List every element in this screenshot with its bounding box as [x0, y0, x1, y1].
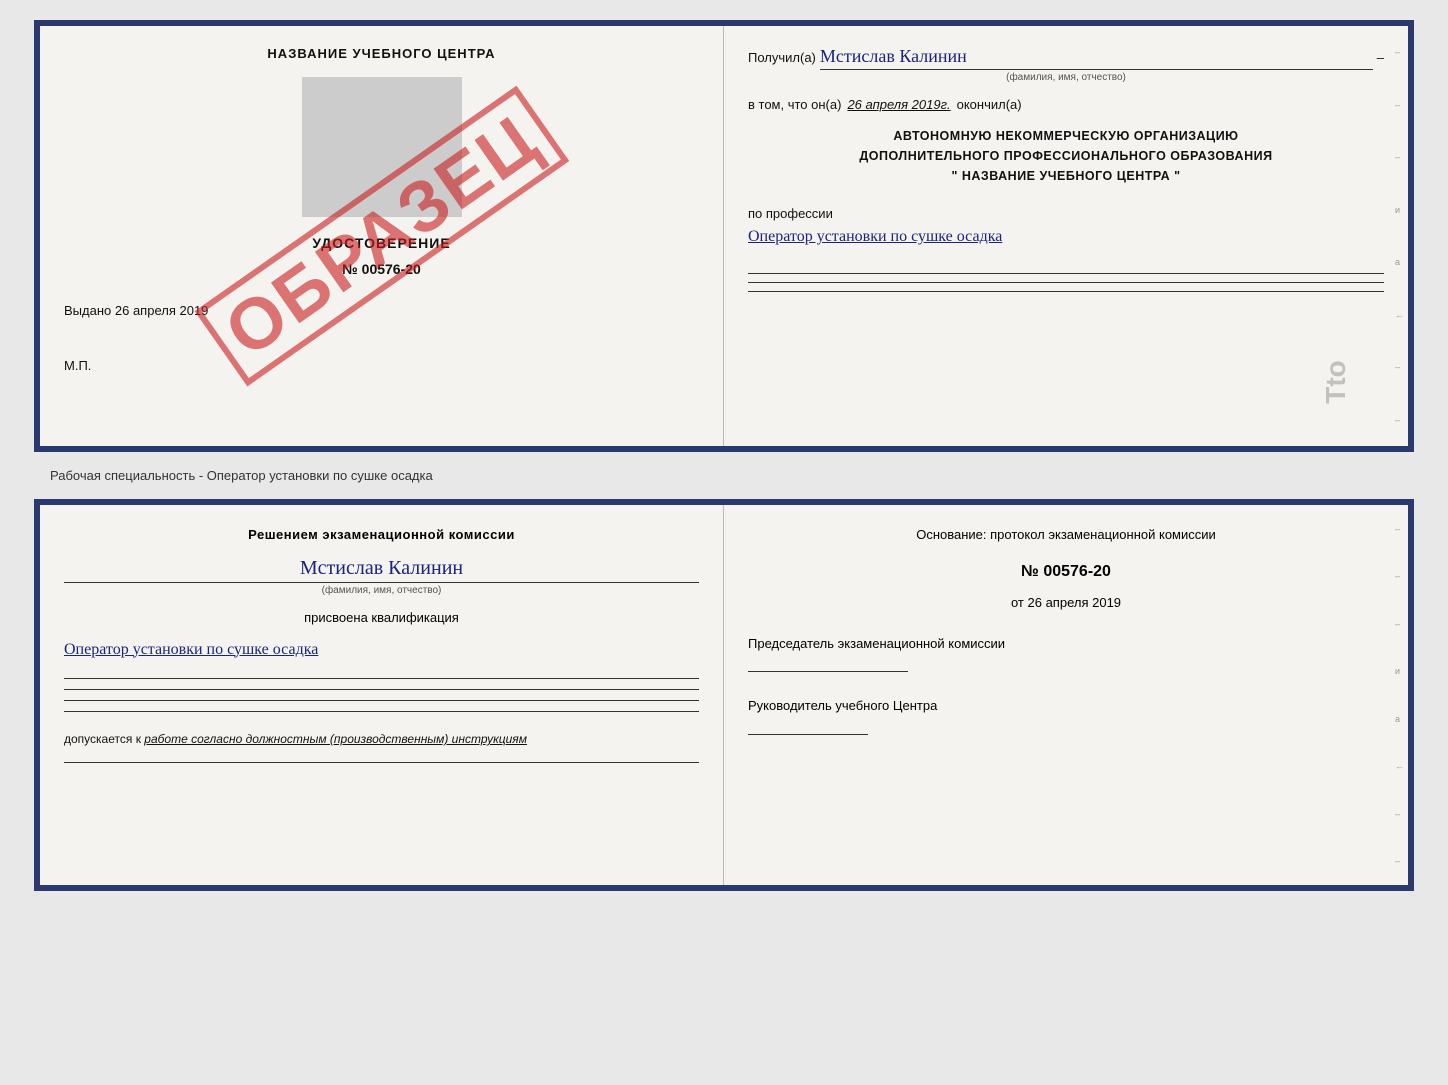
right-line-3 — [748, 291, 1384, 292]
side-dashes-bottom-right: –––иа←–– — [1395, 505, 1404, 885]
fio-label-bottom: (фамилия, имя, отчество) — [64, 585, 699, 596]
bottom-right-panel: Основание: протокол экзаменационной коми… — [724, 505, 1408, 885]
qualification-name: Оператор установки по сушке осадка — [64, 637, 699, 663]
left-line-2 — [64, 689, 699, 690]
poluchil-label: Получил(а) — [748, 50, 816, 65]
vtom-line: в том, что он(а) 26 апреля 2019г. окончи… — [748, 97, 1384, 112]
osnovanie-title: Основание: протокол экзаменационной коми… — [748, 525, 1384, 545]
fio-label-top: (фамилия, имя, отчество) — [748, 72, 1384, 83]
po-professii-block: по профессии Оператор установки по сушке… — [748, 200, 1384, 249]
poluchil-line: Получил(а) Мстислав Калинин – — [748, 46, 1384, 70]
dopuskaetsya-block: допускается к работе согласно должностны… — [64, 732, 699, 746]
top-right-panel: Получил(а) Мстислав Калинин – (фамилия, … — [724, 26, 1408, 446]
org-line1: АВТОНОМНУЮ НЕКОММЕРЧЕСКУЮ ОРГАНИЗАЦИЮ — [748, 126, 1384, 146]
right-lines-block — [748, 273, 1384, 292]
vydano-label: Выдано — [64, 303, 111, 318]
rukovoditel-block: Руководитель учебного Центра — [748, 696, 1384, 735]
vtom-label: в том, что он(а) — [748, 97, 841, 112]
org-line3: " НАЗВАНИЕ УЧЕБНОГО ЦЕНТРА " — [748, 166, 1384, 186]
top-document-card: НАЗВАНИЕ УЧЕБНОГО ЦЕНТРА УДОСТОВЕРЕНИЕ №… — [34, 20, 1414, 452]
org-block: АВТОНОМНУЮ НЕКОММЕРЧЕСКУЮ ОРГАНИЗАЦИЮ ДО… — [748, 126, 1384, 186]
tto-watermark: Tto — [1320, 360, 1352, 404]
okonchil-label: окончил(а) — [957, 97, 1022, 112]
ot-prefix: от — [1011, 595, 1024, 610]
left-lines-block-2 — [64, 762, 699, 763]
right-line-1 — [748, 273, 1384, 274]
ot-date: 26 апреля 2019 — [1028, 595, 1122, 610]
left-line-4 — [64, 711, 699, 712]
right-line-2 — [748, 282, 1384, 283]
top-right-content: Получил(а) Мстислав Калинин – (фамилия, … — [748, 46, 1384, 292]
left-line-3 — [64, 700, 699, 701]
mp-label: М.П. — [64, 358, 699, 373]
bottom-left-panel: Решением экзаменационной комиссии Мстисл… — [40, 505, 724, 885]
certificate-photo-box — [302, 77, 462, 217]
prisvoena-label: присвоена квалификация — [64, 610, 699, 625]
top-center-title: НАЗВАНИЕ УЧЕБНОГО ЦЕНТРА — [64, 46, 699, 61]
rukovoditel-sig-line — [748, 734, 868, 735]
predsedatel-sig-line — [748, 671, 908, 672]
rukovoditel-label: Руководитель учебного Центра — [748, 696, 1384, 716]
top-left-panel: НАЗВАНИЕ УЧЕБНОГО ЦЕНТРА УДОСТОВЕРЕНИЕ №… — [40, 26, 724, 446]
poluchil-block: Получил(а) Мстислав Калинин – (фамилия, … — [748, 46, 1384, 83]
predsedatel-label: Председатель экзаменационной комиссии — [748, 634, 1384, 654]
vydano-date: 26 апреля 2019 — [115, 303, 209, 318]
left-line-1 — [64, 678, 699, 679]
vtom-date: 26 апреля 2019г. — [847, 97, 950, 112]
bottom-name-block: Мстислав Калинин (фамилия, имя, отчество… — [64, 553, 699, 596]
po-professii-label: по профессии — [748, 206, 1384, 221]
vydano-line: Выдано 26 апреля 2019 — [64, 303, 699, 318]
bottom-document-card: Решением экзаменационной комиссии Мстисл… — [34, 499, 1414, 891]
dopuskaetsya-prefix: допускается к — [64, 732, 141, 746]
org-line2: ДОПОЛНИТЕЛЬНОГО ПРОФЕССИОНАЛЬНОГО ОБРАЗО… — [748, 146, 1384, 166]
left-line-5 — [64, 762, 699, 763]
protocol-number: № 00576-20 — [748, 563, 1384, 581]
ot-date-block: от 26 апреля 2019 — [748, 595, 1384, 610]
dash-after-name: – — [1377, 50, 1384, 65]
separator-text: Рабочая специальность - Оператор установ… — [20, 468, 433, 483]
certificate-number: № 00576-20 — [64, 261, 699, 277]
resheniem-title: Решением экзаменационной комиссии — [64, 525, 699, 545]
left-lines-block — [64, 678, 699, 712]
bottom-recipient-name: Мстислав Калинин — [64, 557, 699, 583]
side-dashes-top-right: –––иа←–– — [1395, 26, 1404, 446]
dopuskaetsya-work: работе согласно должностным (производств… — [144, 732, 527, 746]
udostoverenie-label: УДОСТОВЕРЕНИЕ — [64, 235, 699, 251]
profession-name-top: Оператор установки по сушке осадка — [748, 225, 1384, 249]
recipient-name-top: Мстислав Калинин — [820, 46, 1373, 70]
predsedatel-block: Председатель экзаменационной комиссии — [748, 634, 1384, 673]
